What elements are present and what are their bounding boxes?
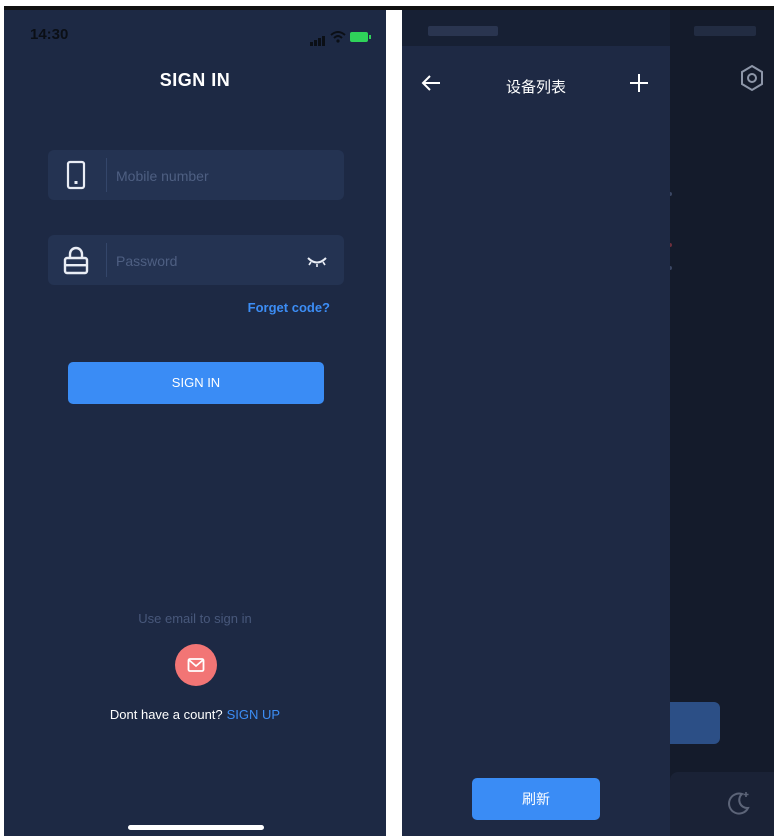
sign-in-button[interactable]: SIGN IN	[68, 362, 324, 404]
status-icons	[310, 28, 371, 46]
plus-icon[interactable]	[628, 72, 650, 94]
mobile-field[interactable]	[48, 150, 344, 202]
signup-row: Dont have a count? SIGN UP	[4, 707, 386, 722]
password-input[interactable]	[114, 235, 298, 287]
battery-icon	[350, 32, 371, 42]
field-separator	[106, 243, 107, 277]
phone-icon	[66, 160, 86, 190]
field-separator	[106, 158, 107, 192]
lock-icon	[63, 246, 89, 275]
background-bottom-bar	[670, 772, 774, 836]
background-status-bar	[694, 26, 756, 36]
status-bar: 14:30	[4, 10, 386, 56]
background-button	[664, 702, 720, 744]
eye-closed-icon[interactable]	[306, 253, 328, 269]
forget-code-link[interactable]: Forget code?	[248, 300, 330, 315]
home-indicator	[128, 825, 264, 830]
mail-icon	[187, 658, 205, 672]
status-icons	[428, 26, 498, 36]
sign-up-link[interactable]: SIGN UP	[227, 707, 280, 722]
password-field[interactable]	[48, 235, 344, 287]
signin-screen: 14:30 SIGN IN Forget code? SIG	[4, 10, 386, 836]
moon-icon	[728, 792, 750, 815]
status-time: 14:30	[30, 26, 69, 43]
device-list-screen: 设备列表 刷新	[402, 10, 774, 836]
refresh-button[interactable]: 刷新	[472, 778, 600, 820]
email-signin-button[interactable]	[175, 644, 217, 686]
mobile-input[interactable]	[114, 150, 298, 202]
drawer-status-bar	[402, 10, 670, 46]
gear-icon	[741, 64, 763, 92]
device-list-drawer: 设备列表 刷新	[402, 10, 670, 836]
wifi-icon	[330, 31, 346, 43]
use-email-text: Use email to sign in	[138, 611, 252, 626]
signal-icon	[310, 28, 326, 46]
page-title: SIGN IN	[159, 70, 231, 90]
no-account-text: Dont have a count?	[109, 707, 223, 722]
